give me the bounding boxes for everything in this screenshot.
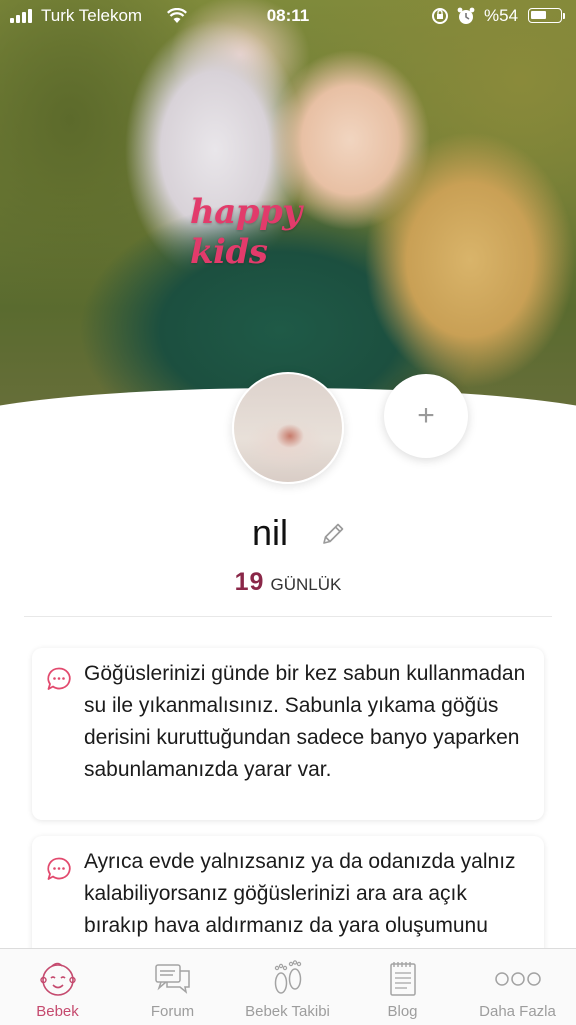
tab-forum[interactable]: Forum (115, 949, 230, 1025)
rotation-lock-icon (430, 6, 450, 31)
tab-blog[interactable]: Blog (345, 949, 460, 1025)
baby-face-icon (0, 959, 115, 999)
happy-kids-logo: happy kids (190, 192, 302, 272)
tab-bebek[interactable]: Bebek (0, 949, 115, 1025)
chat-bubbles-icon (115, 959, 230, 999)
divider (24, 616, 552, 617)
speech-bubble-icon (46, 666, 72, 697)
speech-bubble-icon (46, 856, 72, 887)
age-number: 19 (234, 568, 265, 596)
battery-nub (563, 13, 565, 19)
tip-card[interactable]: Göğüslerinizi günde bir kez sabun kullan… (32, 648, 544, 820)
tab-bebek-takibi[interactable]: Bebek Takibi (230, 949, 345, 1025)
footprints-icon (230, 959, 345, 999)
add-baby-button[interactable]: + (384, 374, 468, 458)
battery-icon (528, 8, 562, 23)
battery-level (531, 11, 546, 19)
tab-label: Bebek Takibi (245, 1003, 330, 1020)
tab-label: Daha Fazla (479, 1003, 556, 1020)
age-unit: GÜNLÜK (270, 575, 342, 594)
tab-label: Bebek (36, 1003, 79, 1020)
plus-icon: + (417, 399, 435, 432)
status-bar: Turk Telekom 08:11 %54 (0, 0, 576, 32)
profile-name-row: nil (0, 512, 576, 554)
pencil-icon[interactable] (320, 514, 346, 556)
tab-label: Blog (387, 1003, 418, 1020)
notepad-icon (345, 959, 460, 999)
tip-text: Göğüslerinizi günde bir kez sabun kullan… (84, 662, 526, 781)
baby-age: 19 GÜNLÜK (0, 568, 576, 597)
baby-name: nil (251, 512, 288, 553)
battery-percentage: %54 (484, 6, 519, 25)
tab-label: Forum (150, 1003, 195, 1020)
tab-bar: Bebek Forum Bebek Takibi Blog Daha Fazla (0, 948, 576, 1025)
baby-avatar[interactable] (232, 372, 344, 484)
more-dots-icon (460, 959, 575, 999)
tab-daha-fazla[interactable]: Daha Fazla (460, 949, 575, 1025)
alarm-icon (456, 6, 476, 31)
